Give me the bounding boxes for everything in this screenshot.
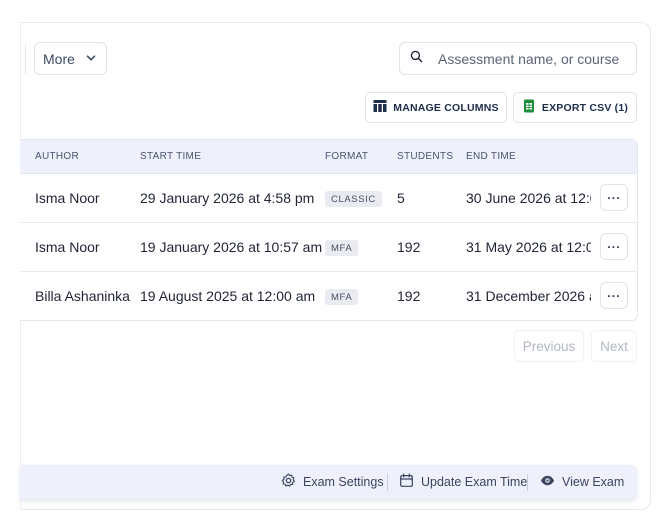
calendar-icon [399,473,414,491]
export-csv-button[interactable]: EXPORT CSV (1) [513,92,637,123]
table-row[interactable]: Isma Noor 19 January 2026 at 10:57 am MF… [20,223,637,272]
exam-settings-button[interactable]: Exam Settings [281,465,384,499]
bar-divider [387,474,388,491]
more-filters-button[interactable]: More [34,42,107,75]
column-header-format[interactable]: FORMAT [325,151,368,162]
export-label: EXPORT CSV (1) [541,101,629,114]
view-exam-label: View Exam [562,475,625,489]
format-badge: CLASSIC [325,191,382,207]
chevron-down-icon [85,51,97,67]
eye-icon [540,473,555,491]
columns-icon [373,99,387,116]
column-header-start-time[interactable]: START TIME [140,151,201,162]
table-row[interactable]: Billa Ashaninka 19 August 2025 at 12:00 … [20,272,637,320]
cell-author: Isma Noor [35,239,100,255]
cell-start-time: 19 January 2026 at 10:57 am [140,239,323,255]
next-page-button[interactable]: Next [591,330,637,362]
row-actions-cell: ··· [592,272,637,320]
column-header-students[interactable]: STUDENTS [397,151,453,162]
manage-columns-button[interactable]: MANAGE COLUMNS [365,92,507,123]
column-header-end-time[interactable]: END TIME [466,151,516,162]
filter-divider [25,44,26,74]
cell-students: 192 [397,239,421,255]
view-exam-button[interactable]: View Exam [540,465,624,499]
table-row[interactable]: Isma Noor 29 January 2026 at 4:58 pm CLA… [20,174,637,223]
cell-author: Isma Noor [35,190,100,206]
bar-divider [527,474,528,491]
previous-page-button[interactable]: Previous [514,330,584,362]
update-exam-time-button[interactable]: Update Exam Time [399,465,527,499]
row-actions-cell: ··· [592,174,637,222]
search-icon [410,50,423,68]
more-options-icon[interactable]: ··· [600,184,628,211]
cell-end-time: 31 May 2026 at 12:00 [466,239,591,255]
gear-icon [281,473,296,491]
cell-students: 192 [397,288,421,304]
update-exam-time-label: Update Exam Time [421,475,528,489]
cell-start-time: 19 August 2025 at 12:00 am [140,288,316,304]
search-input[interactable] [438,50,628,67]
table-header: AUTHOR START TIME FORMAT STUDENTS END TI… [20,140,637,174]
search-box[interactable] [399,42,637,75]
cell-start-time: 29 January 2026 at 4:58 pm [140,190,315,206]
exam-settings-label: Exam Settings [303,475,384,489]
assessments-table: AUTHOR START TIME FORMAT STUDENTS END TI… [20,139,638,321]
cell-end-time: 31 December 2026 at [466,288,591,304]
cell-author: Billa Ashaninka [35,288,130,304]
cell-students: 5 [397,190,405,206]
spreadsheet-icon [522,99,536,116]
bulk-action-bar: Exam Settings Update Exam Time View Exam [20,465,637,499]
format-badge: MFA [325,289,359,305]
more-options-icon[interactable]: ··· [600,233,628,260]
column-header-author[interactable]: AUTHOR [35,151,79,162]
format-badge: MFA [325,240,359,256]
more-options-icon[interactable]: ··· [600,282,628,309]
manage-columns-label: MANAGE COLUMNS [393,101,499,114]
more-label: More [43,50,75,67]
row-actions-cell: ··· [592,223,637,271]
cell-end-time: 30 June 2026 at 12:00 [466,190,591,206]
